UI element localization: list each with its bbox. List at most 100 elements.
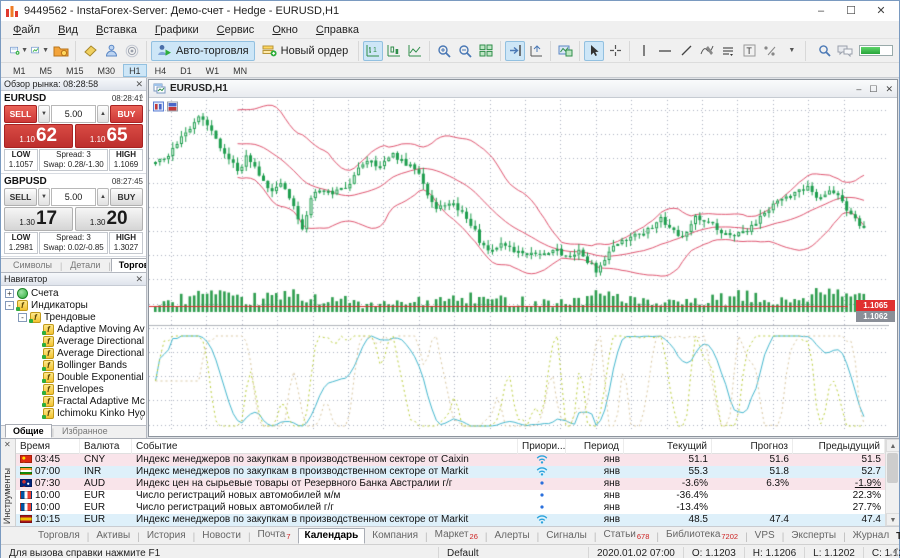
- col-header-forecast[interactable]: Прогноз: [712, 439, 793, 454]
- arrows-tool-button[interactable]: [760, 41, 780, 61]
- menu-item-Вид[interactable]: Вид: [50, 23, 86, 37]
- toolbox-close-icon[interactable]: ✕: [4, 440, 11, 449]
- one-click-trading-widget[interactable]: [153, 101, 178, 112]
- tree-item-трендовые[interactable]: -fТрендовые: [1, 311, 146, 323]
- auto-scroll-button[interactable]: [505, 41, 525, 61]
- horizontal-line-tool-button[interactable]: [655, 41, 675, 61]
- depth-of-market-icon[interactable]: [167, 101, 178, 112]
- fibonacci-tool-button[interactable]: [697, 41, 717, 61]
- buy-button[interactable]: BUY: [110, 105, 143, 123]
- vertical-line-tool-button[interactable]: [634, 41, 654, 61]
- tree-item-envelopes[interactable]: fEnvelopes: [1, 383, 146, 395]
- toolbox-tab-Календарь[interactable]: Календарь: [298, 528, 366, 544]
- timeframe-M1[interactable]: M1: [7, 64, 32, 77]
- tree-expander-icon[interactable]: +: [5, 289, 14, 298]
- calendar-scrollbar[interactable]: ▲ ▼: [885, 439, 899, 526]
- timeframe-M5[interactable]: M5: [34, 64, 59, 77]
- timeframe-MN[interactable]: MN: [227, 64, 253, 77]
- accounts-button[interactable]: [101, 41, 121, 61]
- navigator-tab-Общие[interactable]: Общие: [5, 424, 52, 438]
- calendar-row[interactable]: 07:00INRИндекс менеджеров по закупкам в …: [16, 466, 885, 478]
- buy-price[interactable]: 1.30 20: [75, 207, 144, 231]
- trendline-tool-button[interactable]: [676, 41, 696, 61]
- tree-item-double-exponential[interactable]: fDouble Exponential: [1, 371, 146, 383]
- scroll-down-icon[interactable]: ▼: [886, 513, 899, 526]
- line-chart-mode-button[interactable]: [405, 41, 425, 61]
- market-watch-tab-Детали[interactable]: Детали: [62, 258, 108, 272]
- navigator-close-icon[interactable]: ✕: [135, 275, 143, 284]
- menu-item-Графики[interactable]: Графики: [147, 23, 207, 37]
- toolbox-tab-Торговля[interactable]: Торговля: [31, 528, 87, 544]
- tree-item-average-directional[interactable]: fAverage Directional: [1, 335, 146, 347]
- auto-trading-toggle[interactable]: Авто-торговля: [151, 41, 255, 61]
- tree-expander-icon[interactable]: -: [5, 301, 14, 310]
- close-button[interactable]: ✕: [867, 3, 895, 19]
- tree-expander-icon[interactable]: -: [18, 313, 27, 322]
- zoom-out-button[interactable]: [455, 41, 475, 61]
- col-header-previous[interactable]: Предыдущий: [793, 439, 885, 454]
- scrollbar-thumb[interactable]: [887, 453, 898, 483]
- timeframe-M30[interactable]: M30: [92, 64, 122, 77]
- symbol-card-gbpusd[interactable]: GBPUSD 08:27:45 SELL ▼ 5.00 ▲ BUY 1.30 1…: [1, 174, 146, 257]
- tree-item-счета[interactable]: +Счета: [1, 287, 146, 299]
- symbol-card-eurusd[interactable]: EURUSD 08:28:41 ∧ SELL ▼ 5.00 ▲ BUY 1.10: [1, 91, 146, 174]
- toolbox-tab-Алерты[interactable]: Алерты: [487, 528, 536, 544]
- toolbox-tab-Активы[interactable]: Активы: [89, 528, 137, 544]
- calendar-row[interactable]: 10:15EURИндекс менеджеров по закупкам в …: [16, 514, 885, 526]
- crosshair-tool-button[interactable]: [605, 41, 625, 61]
- tree-item-adaptive-moving-av[interactable]: fAdaptive Moving Av: [1, 323, 146, 335]
- cursor-tool-button[interactable]: [584, 41, 604, 61]
- toolbox-tab-Статьи[interactable]: Статьи678: [596, 527, 656, 544]
- objects-dropdown-button[interactable]: ▼: [781, 41, 801, 61]
- volume-decrease-icon[interactable]: ▼: [38, 188, 50, 206]
- timeframe-H4[interactable]: H4: [149, 64, 173, 77]
- col-header-event[interactable]: Событие: [132, 439, 518, 454]
- market-watch-close-icon[interactable]: ✕: [135, 80, 143, 89]
- buy-button[interactable]: BUY: [110, 188, 143, 206]
- tree-item-fractal-adaptive-mc[interactable]: fFractal Adaptive Mc: [1, 395, 146, 407]
- volume-input[interactable]: 5.00: [51, 188, 96, 206]
- calendar-row[interactable]: 03:45CNYИндекс менеджеров по закупкам в …: [16, 454, 885, 466]
- zoom-in-button[interactable]: [434, 41, 454, 61]
- buy-price[interactable]: 1.10 65: [75, 124, 144, 148]
- menu-item-Файл[interactable]: Файл: [5, 23, 48, 37]
- toolbox-tab-Компания[interactable]: Компания: [365, 528, 425, 544]
- navigator-tab-Избранное[interactable]: Избранное: [54, 424, 116, 438]
- menu-item-Справка[interactable]: Справка: [308, 23, 367, 37]
- open-profile-button[interactable]: ▼: [30, 41, 50, 61]
- tree-item-индикаторы[interactable]: -fИндикаторы: [1, 299, 146, 311]
- toolbox-tab-Библиотека[interactable]: Библиотека7202: [659, 527, 745, 544]
- volume-increase-icon[interactable]: ▲: [97, 188, 109, 206]
- toolbox-tab-Новости[interactable]: Новости: [195, 528, 248, 544]
- toolbox-tab-Сигналы[interactable]: Сигналы: [539, 528, 594, 544]
- sell-price[interactable]: 1.30 17: [4, 207, 73, 231]
- sell-button[interactable]: SELL: [4, 188, 37, 206]
- volume-increase-icon[interactable]: ▲: [97, 105, 109, 123]
- tree-item-bollinger-bands[interactable]: fBollinger Bands: [1, 359, 146, 371]
- timeframe-W1[interactable]: W1: [200, 64, 226, 77]
- bar-chart-mode-button[interactable]: 1: [363, 41, 383, 61]
- col-header-currency[interactable]: Валюта: [80, 439, 132, 454]
- scroll-up-icon[interactable]: ∧: [139, 92, 144, 100]
- tree-item-ichimoku-kinko-hyo[interactable]: fIchimoku Kinko Hyo: [1, 407, 146, 419]
- col-header-time[interactable]: Время: [16, 439, 80, 454]
- candle-chart-mode-button[interactable]: [384, 41, 404, 61]
- chart-restore-icon[interactable]: ☐: [869, 84, 877, 94]
- minimize-button[interactable]: –: [807, 3, 835, 19]
- sell-button[interactable]: SELL: [4, 105, 37, 123]
- timeframe-H1[interactable]: H1: [123, 64, 147, 77]
- col-header-actual[interactable]: Текущий: [624, 439, 712, 454]
- toolbox-tab-История[interactable]: История: [140, 528, 193, 544]
- market-watch-tab-Торговля[interactable]: Торговля: [111, 258, 146, 272]
- chart-canvas[interactable]: [149, 98, 889, 436]
- text-tool-button[interactable]: T: [739, 41, 759, 61]
- signals-service-button[interactable]: [122, 41, 142, 61]
- calendar-row[interactable]: 07:30AUDИндекс цен на сырьевые товары от…: [16, 478, 885, 490]
- toolbox-tab-Маркет[interactable]: Маркет26: [428, 527, 485, 544]
- strategy-tester-label[interactable]: Тестер стратегий: [896, 531, 900, 544]
- calendar-row[interactable]: 10:00EURЧисло регистраций новых автомоби…: [16, 490, 885, 502]
- market-watch-tab-Символы[interactable]: Символы: [5, 258, 60, 272]
- chart-close-icon[interactable]: ✕: [885, 84, 893, 94]
- sell-price[interactable]: 1.10 62: [4, 124, 73, 148]
- indicators-dialog-button[interactable]: [555, 41, 575, 61]
